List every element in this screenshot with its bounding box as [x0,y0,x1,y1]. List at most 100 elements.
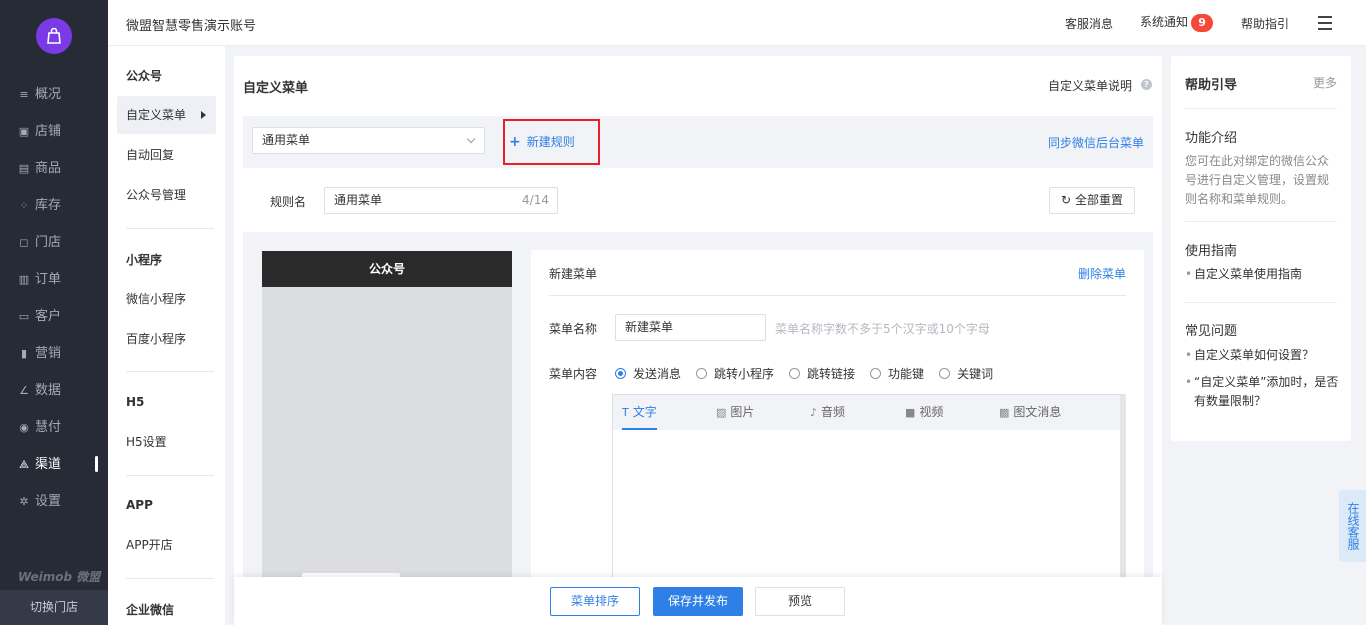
nav-label: 概况 [35,87,62,102]
faq-link-2[interactable]: “自定义菜单”添加时，是否有数量限制？ [1185,373,1343,411]
chevron-down-icon [466,134,476,144]
menu-rule-select-value: 通用菜单 [262,133,311,147]
help-guide-link[interactable]: 帮助指引 [1241,15,1289,32]
nav-item-inventory[interactable]: ⁘ 库存 [0,187,108,224]
online-service-button[interactable]: 在线客服 [1339,490,1366,562]
rule-name-value: 通用菜单 [334,193,383,207]
divider [549,295,1126,296]
help-more-link[interactable]: 更多 [1313,74,1337,91]
nav-item-order[interactable]: ▥ 订单 [0,261,108,298]
radio-dot [870,368,882,379]
hamburger-menu-icon[interactable] [1318,16,1332,34]
group-mini-program: 小程序 [126,253,163,267]
menu-name-hint: 菜单名称字数不多于5个汉字或10个字母 [775,322,990,336]
group-h5: H5 [126,395,145,409]
marketing-icon: ▮ [20,346,28,360]
data-icon: ∠ [19,383,29,397]
channel-subnav: 公众号 自定义菜单 自动回复 公众号管理 小程序 微信小程序 百度小程序 H5 … [108,46,225,625]
custom-menu-help-link[interactable]: 自定义菜单说明 [1048,77,1132,94]
channel-icon: ⟁ [19,457,29,471]
subnav-item-custom-menu[interactable]: 自定义菜单 [117,96,216,134]
tab-label: 文字 [632,405,657,419]
overview-icon: ≡ [19,87,29,101]
reset-all-label: 全部重置 [1074,193,1123,207]
sync-wechat-menu-link[interactable]: 同步微信后台菜单 [1048,134,1144,151]
subnav-item-official-manage[interactable]: 公众号管理 [117,176,216,214]
nav-item-pay[interactable]: ◉ 慧付 [0,409,108,446]
subnav-item-h5-settings[interactable]: H5设置 [117,423,216,461]
image-icon: ▨ [716,406,727,419]
divider [1185,108,1337,109]
video-icon: ■ [905,406,916,419]
nav-item-shop[interactable]: ◻ 门店 [0,224,108,261]
menu-name-input[interactable]: 新建菜单 [615,314,766,341]
new-rule-button[interactable]: + 新建规则 [503,119,600,165]
brand-logo: Weimob 微盟 [18,570,101,584]
preview-button[interactable]: 预览 [755,587,845,616]
menu-rule-select[interactable]: 通用菜单 [252,127,485,154]
subnav-item-auto-reply[interactable]: 自动回复 [117,136,216,174]
intro-title: 功能介绍 [1185,131,1238,146]
nav-item-data[interactable]: ∠ 数据 [0,372,108,409]
nav-label: 数据 [35,383,62,398]
switch-store-button[interactable]: 切换门店 [0,590,108,625]
plus-icon: + [509,134,521,150]
rule-name-input[interactable]: 通用菜单 4/14 [324,187,558,214]
radio-dot [939,368,951,379]
radio-label: 跳转链接 [807,367,856,381]
editor-title: 新建菜单 [549,267,598,281]
app-logo-icon[interactable] [36,18,72,54]
inventory-icon: ⁘ [19,198,29,212]
news-icon: ▩ [999,406,1010,419]
radio-label: 关键词 [957,367,994,381]
rule-toolbar: 通用菜单 + 新建规则 同步微信后台菜单 [243,116,1153,168]
nav-item-channel[interactable]: ⟁ 渠道 [0,446,108,483]
nav-item-settings[interactable]: ✲ 设置 [0,483,108,520]
nav-label: 店铺 [35,124,62,139]
nav-label: 设置 [35,494,62,509]
radio-jump-link[interactable]: 跳转链接 [789,365,855,382]
group-app: APP [126,498,153,512]
menu-sort-button[interactable]: 菜单排序 [550,587,640,616]
delete-menu-link[interactable]: 删除菜单 [1078,265,1126,282]
nav-item-marketing[interactable]: ▮ 营销 [0,335,108,372]
pay-icon: ◉ [19,420,29,434]
help-title: 帮助引导 [1185,78,1238,93]
nav-item-store[interactable]: ▣ 店铺 [0,113,108,150]
tab-video[interactable]: ■ 视频 [905,395,943,430]
group-enterprise-wechat: 企业微信 [126,603,175,617]
tab-image[interactable]: ▨ 图片 [716,395,754,430]
radio-dot [615,368,626,379]
nav-item-goods[interactable]: ▤ 商品 [0,150,108,187]
nav-label: 营销 [35,346,62,361]
save-publish-button[interactable]: 保存并发布 [653,587,743,616]
radio-jump-mini-program[interactable]: 跳转小程序 [696,365,774,382]
reset-all-button[interactable]: ↻ 全部重置 [1049,187,1135,214]
question-icon[interactable]: ? [1141,79,1152,90]
notice-count-badge: 9 [1191,14,1214,32]
nav-item-customer[interactable]: ▭ 客户 [0,298,108,335]
guide-title: 使用指南 [1185,244,1238,259]
system-notice-link[interactable]: 系统通知 9 [1140,13,1214,32]
customer-message-link[interactable]: 客服消息 [1065,15,1113,32]
group-official-account: 公众号 [126,69,163,83]
radio-function-key[interactable]: 功能键 [870,365,924,382]
divider [126,475,214,476]
divider [1185,302,1337,303]
rule-name-counter: 4/14 [522,193,549,207]
subnav-item-wechat-mini[interactable]: 微信小程序 [117,280,216,318]
faq-link-1[interactable]: 自定义菜单如何设置？ [1185,346,1343,365]
radio-send-message[interactable]: 发送消息 [615,365,681,382]
subnav-item-baidu-mini[interactable]: 百度小程序 [117,320,216,358]
radio-keyword[interactable]: 关键词 [939,365,993,382]
tab-text[interactable]: T 文字 [622,395,657,430]
tab-audio[interactable]: ♪ 音频 [810,395,845,430]
guide-link[interactable]: 自定义菜单使用指南 [1185,265,1343,284]
nav-label: 渠道 [35,457,62,472]
tab-news[interactable]: ▩ 图文消息 [999,395,1061,430]
subnav-item-app-store[interactable]: APP开店 [117,526,216,564]
rule-name-label: 规则名 [270,195,307,209]
goods-icon: ▤ [18,161,30,175]
nav-item-overview[interactable]: ≡ 概况 [0,76,108,113]
new-rule-label: 新建规则 [526,135,575,149]
